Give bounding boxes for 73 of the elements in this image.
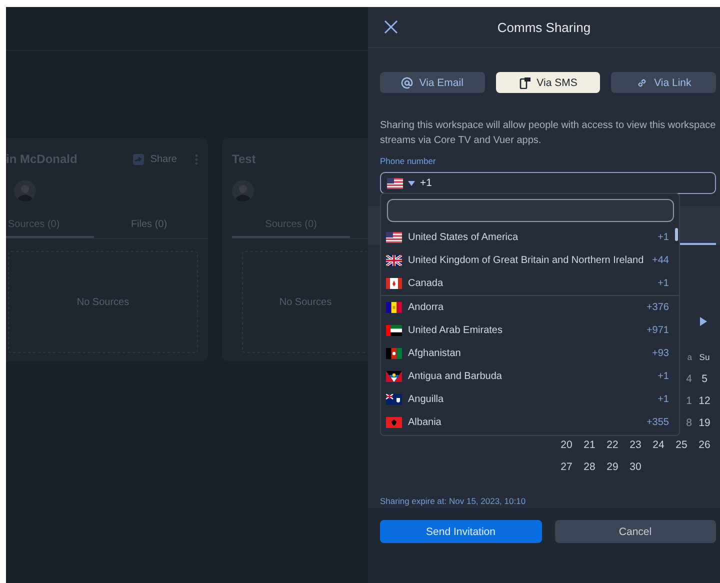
- country-option[interactable]: Canada +1: [381, 272, 679, 296]
- country-name: Antigua and Barbuda: [408, 371, 503, 382]
- calendar-day[interactable]: 23: [624, 439, 647, 451]
- calendar-day[interactable]: 29: [601, 461, 624, 473]
- avatar: [14, 180, 36, 202]
- close-icon[interactable]: [384, 20, 398, 34]
- flag-icon: [386, 394, 402, 405]
- country-name: United States of America: [408, 232, 520, 243]
- country-name: Afghanistan: [408, 348, 462, 359]
- country-option[interactable]: United Arab Emirates +971: [381, 319, 679, 342]
- share-tab[interactable]: Via SMS: [496, 72, 600, 93]
- country-name: United Arab Emirates: [408, 325, 504, 336]
- dial-code: +1: [658, 278, 669, 289]
- at-icon: [401, 76, 414, 88]
- country-option[interactable]: Albania +355: [381, 411, 679, 434]
- search-field[interactable]: [387, 199, 674, 222]
- country-option[interactable]: Anguilla +1: [381, 388, 679, 411]
- send-button[interactable]: Send Invitation: [380, 520, 542, 543]
- dial-code: +93: [652, 348, 669, 359]
- flag-icon: [386, 302, 402, 313]
- avatar: [232, 180, 254, 202]
- expiry-note: Sharing expire at: Nov 15, 2023, 10:10: [380, 496, 527, 506]
- weekday-label: a: [686, 352, 693, 362]
- calendar-day[interactable]: 22: [601, 439, 624, 451]
- country-option[interactable]: Afghanistan +93: [381, 342, 679, 365]
- calendar-day[interactable]: 27: [555, 461, 578, 473]
- dial-code: +971: [646, 325, 669, 336]
- country-name: Albania: [408, 417, 442, 428]
- phone-message-icon: [518, 76, 531, 88]
- dial-code: +44: [652, 255, 669, 266]
- flag-icon: [386, 278, 402, 289]
- flag-icon: [386, 417, 402, 428]
- scrollbar[interactable]: [675, 228, 678, 241]
- country-name: Canada: [408, 278, 444, 289]
- dial-code: +376: [646, 302, 669, 313]
- share-tab[interactable]: Via Email: [380, 72, 485, 93]
- cancel-button[interactable]: Cancel: [554, 520, 716, 543]
- dial-code: +355: [646, 417, 669, 428]
- calendar-day[interactable]: 12: [693, 395, 716, 407]
- weekday-label: Su: [698, 352, 711, 362]
- caret-icon[interactable]: [408, 180, 415, 186]
- dial-code: +1: [658, 394, 669, 405]
- flag-icon: [386, 232, 402, 243]
- flag-icon: [386, 325, 402, 336]
- flag-icon: [386, 371, 402, 382]
- calendar-day[interactable]: 5: [693, 373, 716, 385]
- flag-icon[interactable]: [387, 178, 403, 188]
- calendar-day[interactable]: 24: [647, 439, 670, 451]
- country-option[interactable]: Antigua and Barbuda +1: [381, 365, 679, 388]
- dialog-title: Comms Sharing: [496, 20, 592, 34]
- dial-code: +1: [658, 371, 669, 382]
- share-tab[interactable]: Via Link: [611, 72, 716, 93]
- link-icon: [636, 76, 648, 88]
- next-month-icon[interactable]: [700, 317, 707, 326]
- calendar-day[interactable]: 20: [555, 439, 578, 451]
- calendar-day[interactable]: 28: [578, 461, 601, 473]
- calendar-day[interactable]: 26: [693, 439, 716, 451]
- calendar-day[interactable]: 30: [624, 461, 647, 473]
- dial-code: +1: [658, 232, 669, 243]
- country-name: United Kingdom of Great Britain and Northern Ireland: [408, 255, 645, 266]
- calendar-day[interactable]: 21: [578, 439, 601, 451]
- country-option[interactable]: Andorra +376: [381, 296, 679, 319]
- empty-state: No Sources: [8, 251, 198, 353]
- description: Sharing this workspace will allow people with access to view this workspace streams via Core TV and Vuer apps.: [380, 119, 716, 148]
- calendar-day[interactable]: 19: [693, 417, 716, 429]
- country-option[interactable]: United Kingdom of Great Britain and Northern Ireland +44: [381, 249, 679, 272]
- flag-icon: [386, 348, 402, 359]
- flag-icon: [386, 255, 402, 266]
- country-name: Andorra: [408, 302, 445, 313]
- country-option[interactable]: United States of America +1: [381, 226, 679, 249]
- calendar-day[interactable]: 25: [670, 439, 693, 451]
- country-name: Anguilla: [408, 394, 445, 405]
- field-label: Phone number: [380, 156, 437, 166]
